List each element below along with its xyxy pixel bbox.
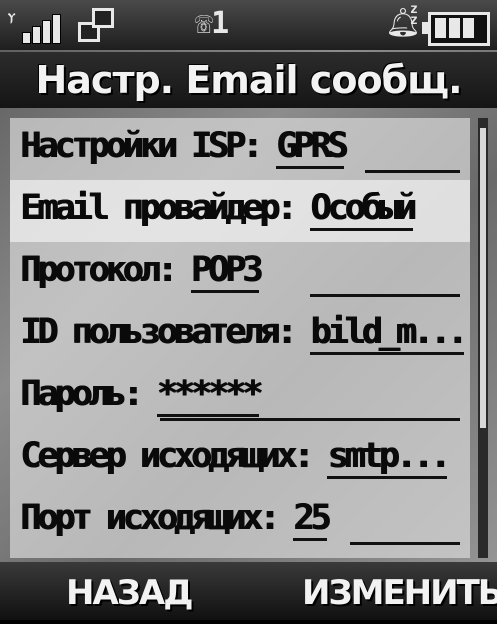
scrollbar-thumb[interactable]: [480, 128, 486, 428]
softkey-bar: НАЗАД ИЗМЕНИТЬ: [0, 562, 497, 620]
status-bar: ⲩ ☏1 🔔︎ zz: [0, 0, 497, 50]
item-label: Email провайдер:: [20, 188, 297, 228]
item-label: ID пользователя:: [20, 312, 297, 352]
list-item-protocol[interactable]: Протокол: POP3: [10, 242, 470, 304]
item-value: ******: [156, 374, 263, 417]
list-item-outgoing-server[interactable]: Сервер исходящих: smtp...: [10, 428, 470, 490]
list-item-password[interactable]: Пароль: ******: [10, 366, 470, 428]
battery-icon: [422, 12, 490, 46]
settings-list: Настройки ISP: GPRS Email провайдер: Осо…: [10, 118, 470, 558]
item-value: smtp...: [327, 436, 451, 479]
list-item-outgoing-port[interactable]: Порт исходящих: 25: [10, 490, 470, 552]
edit-softkey[interactable]: ИЗМЕНИТЬ: [302, 562, 497, 620]
item-value: POP3: [190, 250, 263, 293]
scrollbar[interactable]: [478, 118, 488, 558]
list-item-isp-settings[interactable]: Настройки ISP: GPRS: [10, 118, 470, 180]
item-value: Особый: [310, 188, 417, 231]
silent-mode-icon: zz: [410, 2, 418, 28]
list-item-email-provider[interactable]: Email провайдер: Особый: [10, 180, 470, 242]
item-label: Порт исходящих:: [20, 498, 280, 538]
item-label: Сервер исходящих:: [20, 436, 314, 476]
item-label: Пароль:: [20, 374, 143, 414]
screen-title: Настр. Email сообщ.: [0, 52, 497, 108]
item-label: Настройки ISP:: [20, 126, 263, 166]
signal-strength-icon: ⲩ: [8, 8, 68, 44]
item-value: 25: [293, 498, 331, 541]
back-softkey[interactable]: НАЗАД: [66, 562, 194, 620]
line-indicator: ☏1: [195, 6, 229, 41]
network-icon: [78, 8, 114, 42]
item-value: bild_m...: [310, 312, 468, 355]
item-label: Протокол:: [20, 250, 178, 290]
item-value: GPRS: [276, 126, 348, 169]
line-icon: ☏: [195, 6, 213, 41]
list-item-user-id[interactable]: ID пользователя: bild_m...: [10, 304, 470, 366]
phone-screen: ⲩ ☏1 🔔︎ zz Настр. Email сообщ. Настройки…: [0, 0, 497, 620]
